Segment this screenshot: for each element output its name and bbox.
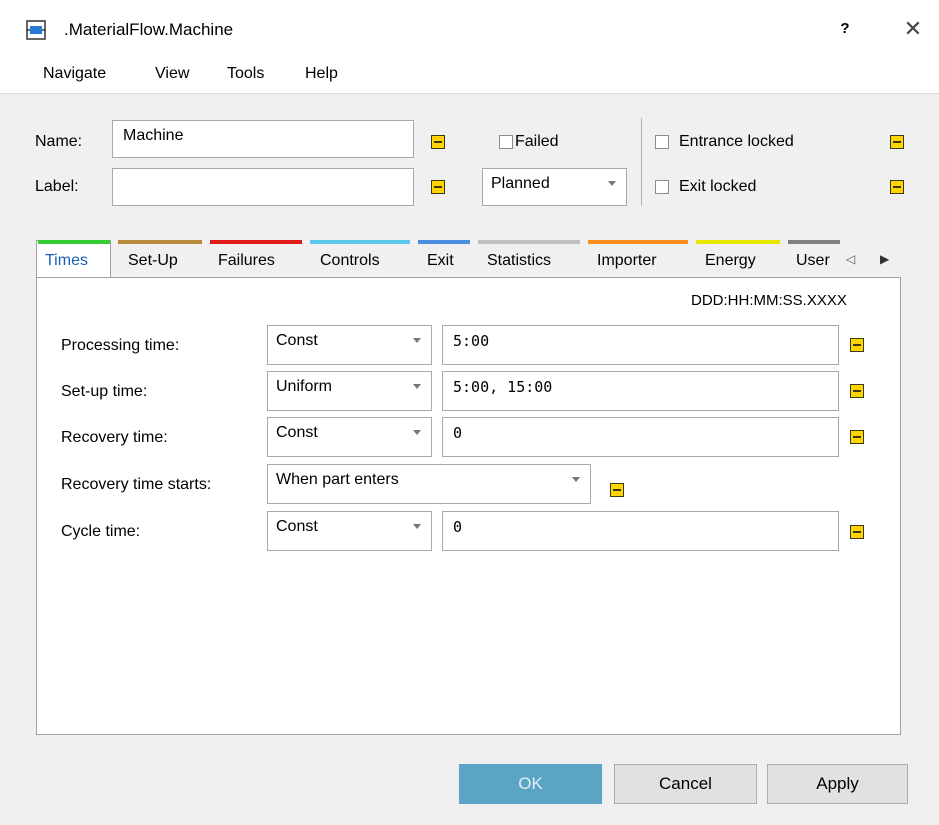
entrance-locked-checkbox[interactable] [655,135,669,149]
tab-times-color [38,240,110,244]
app-window-icon [26,20,46,40]
tab-exit-color [418,240,470,244]
name-inherit-button[interactable] [431,135,445,149]
label-inherit-button[interactable] [431,180,445,194]
setup-time-label: Set-up time: [61,383,148,400]
recovery-time-label: Recovery time: [61,429,168,446]
chevron-down-icon [413,524,421,529]
label-input[interactable] [112,168,414,206]
window-title: .MaterialFlow.Machine [64,20,234,39]
cycle-time-inherit-button[interactable] [850,525,864,539]
menu-navigate[interactable]: Navigate [43,65,106,83]
failed-label: Failed [515,133,559,150]
tab-importer[interactable]: Importer [597,252,657,270]
menu-tools[interactable]: Tools [227,65,264,83]
recovery-time-inherit-button[interactable] [850,430,864,444]
tab-scroll-left-icon[interactable]: ◁ [846,252,855,266]
processing-time-inherit-button[interactable] [850,338,864,352]
name-label: Name: [35,133,83,150]
setup-time-input[interactable]: 5:00, 15:00 [442,371,839,411]
tab-controls-color [310,240,410,244]
cycle-time-label: Cycle time: [61,523,141,540]
cycle-time-distribution-select[interactable]: Const [267,511,432,551]
tab-controls[interactable]: Controls [320,252,380,270]
chevron-down-icon [413,384,421,389]
recovery-time-input[interactable]: 0 [442,417,839,457]
processing-time-distribution-value: Const [276,332,318,349]
cycle-time-distribution-value: Const [276,518,318,535]
planned-select[interactable]: Planned [482,168,627,206]
time-format-hint: DDD:HH:MM:SS.XXXX [691,292,847,309]
close-button[interactable]: ✕ [900,16,926,42]
recovery-time-starts-value: When part enters [276,471,399,488]
tab-energy[interactable]: Energy [705,252,756,270]
recovery-time-starts-select[interactable]: When part enters [267,464,591,504]
processing-time-distribution-select[interactable]: Const [267,325,432,365]
setup-time-distribution-select[interactable]: Uniform [267,371,432,411]
processing-time-label: Processing time: [61,337,180,354]
cycle-time-input[interactable]: 0 [442,511,839,551]
chevron-down-icon [413,338,421,343]
tab-energy-color [696,240,780,244]
help-button[interactable]: ? [835,20,855,37]
ok-button[interactable]: OK [459,764,602,804]
tab-setup-color [118,240,202,244]
exit-locked-label: Exit locked [679,178,757,195]
name-input[interactable]: Machine [112,120,414,158]
setup-time-distribution-value: Uniform [276,378,333,395]
failed-checkbox[interactable] [499,135,513,149]
cancel-button[interactable]: Cancel [614,764,757,804]
recovery-time-distribution-value: Const [276,424,318,441]
label-label: Label: [35,178,79,195]
recovery-time-distribution-select[interactable]: Const [267,417,432,457]
menu-help[interactable]: Help [305,65,338,83]
exit-locked-checkbox[interactable] [655,180,669,194]
tab-failures[interactable]: Failures [218,252,275,270]
exit-locked-inherit-button[interactable] [890,180,904,194]
chevron-down-icon [413,430,421,435]
tab-setup[interactable]: Set-Up [128,252,178,270]
processing-time-input[interactable]: 5:00 [442,325,839,365]
tab-failures-color [210,240,302,244]
tab-statistics[interactable]: Statistics [487,252,551,270]
tab-exit[interactable]: Exit [427,252,454,270]
tab-importer-color [588,240,688,244]
menu-view[interactable]: View [155,65,189,83]
chevron-down-icon [608,181,616,186]
entrance-locked-label: Entrance locked [679,133,794,150]
menu-bar [0,59,939,94]
recovery-time-starts-inherit-button[interactable] [610,483,624,497]
header-divider [641,118,642,206]
recovery-time-starts-label: Recovery time starts: [61,476,212,493]
tab-scroll-right-icon[interactable]: ▶ [880,252,889,266]
chevron-down-icon [572,477,580,482]
planned-select-value: Planned [491,175,550,192]
tab-statistics-color [478,240,580,244]
entrance-locked-inherit-button[interactable] [890,135,904,149]
setup-time-inherit-button[interactable] [850,384,864,398]
tab-times[interactable]: Times [45,252,88,270]
tab-user[interactable]: User [796,252,830,270]
tab-user-color [788,240,840,244]
apply-button[interactable]: Apply [767,764,908,804]
